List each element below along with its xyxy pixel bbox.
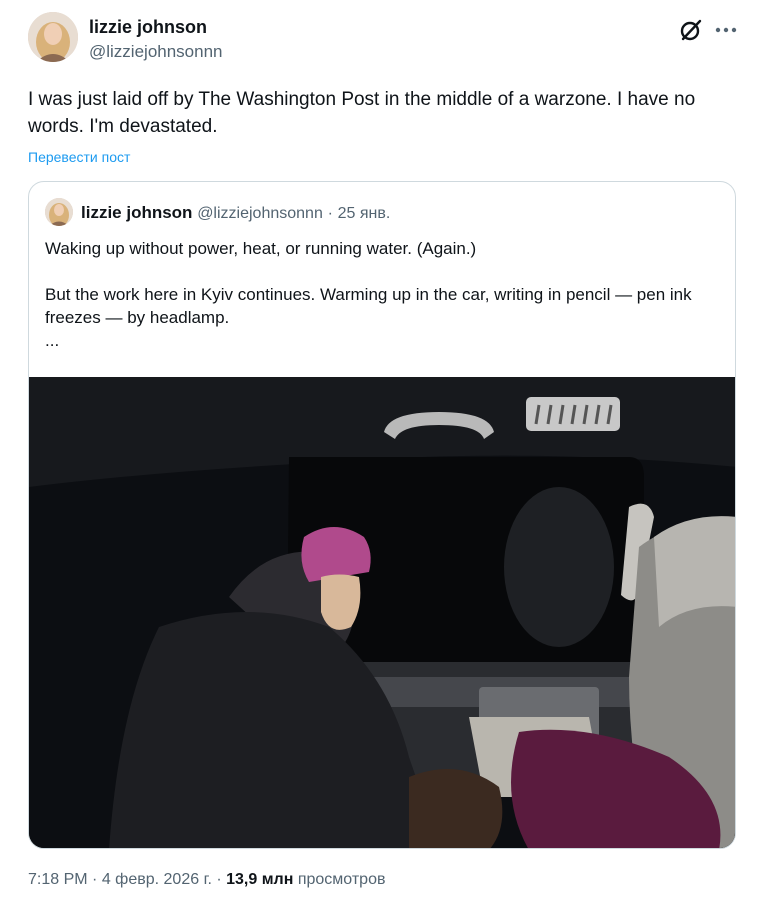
tweet-time[interactable]: 7:18 PM (28, 871, 88, 888)
quoted-author-handle: @lizziejohnsonnn (197, 205, 323, 222)
tweet-meta: 7:18 PM · 4 февр. 2026 г. · 13,9 млн про… (28, 871, 385, 889)
author-name[interactable]: lizzie johnson (89, 17, 207, 38)
tweet-date[interactable]: 4 февр. 2026 г. (102, 871, 212, 888)
quoted-author-avatar (45, 198, 73, 226)
quoted-author-name: lizzie johnson (81, 203, 193, 222)
quoted-tweet-card[interactable]: lizzie johnson @lizziejohnsonnn · 25 янв… (28, 181, 736, 849)
author-avatar[interactable] (28, 12, 78, 62)
views-label: просмотров (297, 871, 386, 888)
more-dots-icon[interactable] (713, 17, 739, 43)
author-handle[interactable]: @lizziejohnsonnn (89, 42, 223, 62)
quoted-tweet-date: 25 янв. (337, 205, 391, 222)
grok-slash-icon[interactable] (678, 17, 704, 43)
meta-separator: · (92, 871, 98, 888)
quoted-tweet-text: Waking up without power, heat, or runnin… (45, 237, 725, 352)
tweet-text: I was just laid off by The Washington Po… (28, 89, 696, 137)
quoted-text-ellipsis: ... (45, 331, 60, 350)
quoted-tweet-photo[interactable] (29, 377, 735, 848)
meta-separator: · (216, 871, 222, 888)
translate-post-link[interactable]: Перевести пост (28, 149, 130, 165)
quoted-tweet-meta: lizzie johnson @lizziejohnsonnn · 25 янв… (81, 203, 390, 223)
quoted-meta-separator: · (327, 205, 333, 222)
tweet-header: lizzie johnson @lizziejohnsonnn (28, 12, 738, 64)
quoted-text-line: Waking up without power, heat, or runnin… (45, 239, 477, 258)
views-count: 13,9 млн (226, 871, 294, 888)
quoted-text-line: But the work here in Kyiv continues. War… (45, 285, 692, 327)
